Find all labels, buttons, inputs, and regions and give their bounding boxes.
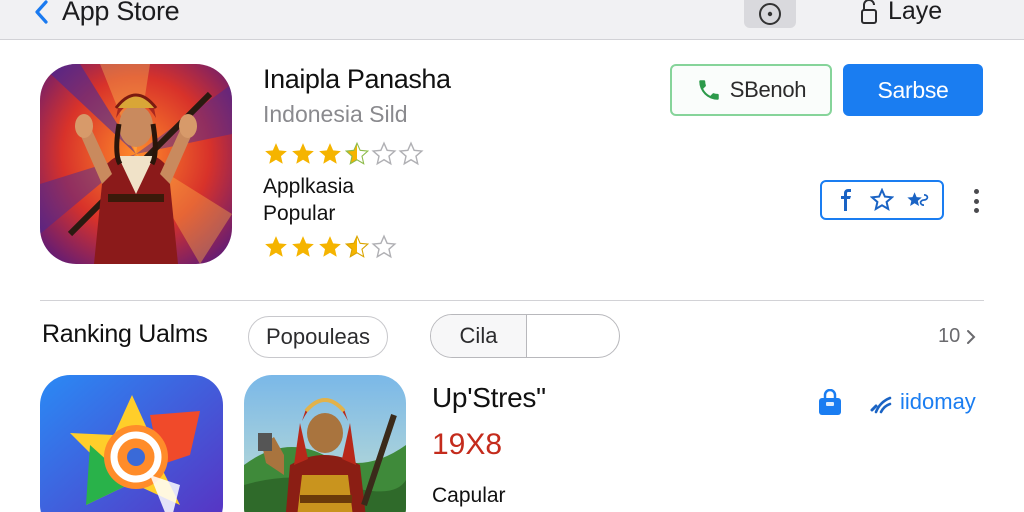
- list-item-name: Up'Stres": [432, 382, 546, 413]
- star-full-icon: [292, 236, 314, 257]
- star-empty-icon: [398, 141, 424, 166]
- dot: [973, 198, 979, 204]
- back-button[interactable]: App Store: [32, 0, 180, 27]
- segmented-control: Cila: [430, 314, 620, 358]
- app-tile-camera[interactable]: [40, 375, 223, 512]
- lock-icon: [861, 0, 877, 24]
- app-category-line2: Popular: [263, 202, 336, 225]
- dot: [973, 189, 979, 194]
- get-button-label: Sarbse: [877, 76, 949, 103]
- star-full-icon: [319, 143, 341, 164]
- segment-option-cila[interactable]: Cila: [431, 315, 527, 357]
- facebook-icon[interactable]: [833, 187, 859, 213]
- star-half-icon: [344, 141, 370, 165]
- back-label: App Store: [62, 0, 180, 26]
- star-full-icon: [265, 143, 287, 164]
- navigation-bar: App Store Laye: [0, 0, 1024, 40]
- phone-icon: [699, 80, 719, 100]
- app-category-line1: Applkasia: [263, 175, 355, 198]
- compass-button[interactable]: [744, 0, 796, 28]
- segment-option-empty[interactable]: [527, 315, 619, 357]
- rating-stars: [262, 141, 424, 167]
- share-group: [820, 180, 944, 220]
- compass-icon: [759, 3, 781, 25]
- see-all-link[interactable]: 10: [938, 325, 976, 348]
- app-artwork: [40, 64, 232, 264]
- dot: [973, 208, 979, 213]
- call-button-label: SBenoh: [729, 77, 807, 102]
- shopping-bag-glyph: [819, 388, 841, 415]
- list-item-price: 19X8: [432, 428, 503, 461]
- app-subtitle: Indonesia Sild: [263, 101, 408, 127]
- rating-stars-secondary: [262, 234, 397, 260]
- call-button[interactable]: SBenoh: [670, 64, 832, 116]
- camera-app-artwork: [40, 375, 223, 512]
- list-item-link[interactable]: iidomay: [868, 389, 976, 415]
- app-tile-warrior[interactable]: [244, 375, 406, 512]
- facebook-glyph: [841, 189, 851, 211]
- layer-label: Laye: [888, 0, 943, 25]
- star-full-icon: [265, 236, 287, 257]
- get-button[interactable]: Sarbse: [843, 64, 983, 116]
- star-empty-icon: [371, 234, 397, 259]
- shopping-bag-icon[interactable]: [816, 388, 844, 417]
- stars-glyph: [907, 192, 929, 206]
- more-options-icon[interactable]: [966, 186, 986, 216]
- see-all-count: 10: [938, 325, 961, 347]
- stars-icon[interactable]: [905, 187, 931, 213]
- app-icon[interactable]: [40, 64, 232, 264]
- chevron-left-icon: [35, 0, 48, 24]
- list-item-link-label: iidomay: [900, 389, 976, 414]
- layer-button[interactable]: Laye: [858, 0, 942, 26]
- section-divider: [40, 300, 984, 301]
- filter-chip-popular[interactable]: Popouleas: [248, 316, 388, 358]
- ranking-title: Ranking Ualms: [42, 320, 208, 348]
- list-item-category: Capular: [432, 484, 506, 507]
- app-title: Inaipla Panasha: [263, 64, 451, 94]
- star-half-icon: [344, 234, 370, 258]
- star-empty-icon: [371, 141, 397, 166]
- star-outline-glyph: [870, 188, 894, 212]
- star-full-icon: [292, 143, 314, 164]
- chevron-right-icon: [967, 329, 976, 344]
- warrior-app-artwork: [244, 375, 406, 512]
- star-outline-icon[interactable]: [869, 187, 895, 213]
- wifi-signal-icon: [870, 396, 892, 414]
- star-full-icon: [319, 236, 341, 257]
